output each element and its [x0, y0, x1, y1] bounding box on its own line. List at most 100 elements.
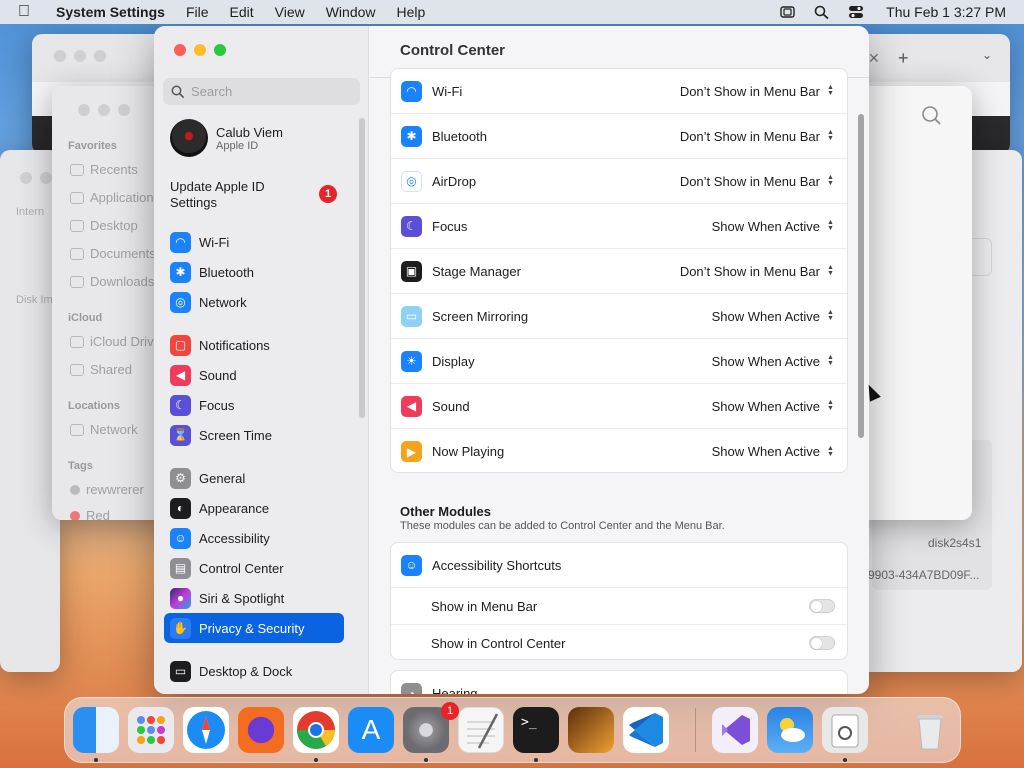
settings-sidebar: Calub Viem Apple ID Update Apple ID Sett… — [154, 26, 369, 694]
sidebar-scrollbar[interactable] — [359, 118, 365, 418]
menu-view[interactable]: View — [275, 4, 305, 20]
show-in-menu-bar-toggle[interactable] — [809, 599, 835, 613]
finder-tag-red[interactable]: Red — [70, 508, 110, 520]
dock: A 1 >_ — [64, 697, 961, 763]
other-modules-heading: Other Modules — [400, 504, 492, 519]
finder-item-documents[interactable]: Documents — [70, 246, 156, 261]
sidebar-item-control-center[interactable]: ▤ Control Center — [164, 553, 344, 583]
menu-app-name[interactable]: System Settings — [56, 4, 165, 20]
finder-item-downloads[interactable]: Downloads — [70, 274, 154, 289]
accessibility-icon: ☺ — [401, 554, 422, 576]
disk-images-label: Disk Im — [16, 294, 53, 306]
chrome-app-icon[interactable] — [293, 707, 339, 753]
module-row-focus: ☾ Focus Show When Active ▲ ▼ — [391, 204, 847, 249]
sidebar-item-general[interactable]: ⚙ General — [164, 463, 344, 493]
safari-app-icon[interactable] — [183, 707, 229, 753]
menu-file[interactable]: File — [186, 4, 209, 20]
sidebar-item-sound[interactable]: ◀ Sound — [164, 360, 344, 390]
airdrop-icon: ◎ — [401, 170, 422, 192]
airdrop-visibility-select[interactable]: Don’t Show in Menu Bar ▲ ▼ — [680, 174, 835, 189]
sidebar-item-wifi[interactable]: ◠ Wi-Fi — [164, 227, 344, 257]
finder-item-shared[interactable]: Shared — [70, 362, 132, 377]
sidebar-item-network[interactable]: ◎ Network — [164, 287, 344, 317]
focus-visibility-select[interactable]: Show When Active ▲ ▼ — [712, 219, 835, 234]
sidebar-item-bluetooth[interactable]: ✱ Bluetooth — [164, 257, 344, 287]
finder-item-recents[interactable]: Recents — [70, 162, 138, 177]
browser-traffic-lights — [54, 50, 106, 62]
sound-visibility-select[interactable]: Show When Active ▲ ▼ — [712, 399, 835, 414]
vscode-app-icon[interactable] — [623, 707, 669, 753]
trash-icon[interactable] — [907, 707, 953, 753]
download-icon — [70, 275, 84, 288]
avatar — [170, 119, 208, 157]
menu-bar:  System Settings File Edit View Window … — [0, 0, 1024, 24]
finder-icloud-heading: iCloud — [68, 312, 103, 324]
tag-dot-icon — [70, 484, 80, 495]
sidebar-item-accessibility[interactable]: ☺ Accessibility — [164, 523, 344, 553]
sidebar-item-desktop-dock[interactable]: ▭ Desktop & Dock — [164, 656, 344, 686]
spotlight-search-icon[interactable] — [814, 5, 830, 20]
accessibility-shortcuts-group: ☺ Accessibility Shortcuts Show in Menu B… — [390, 542, 848, 660]
screen-mirroring-visibility-select[interactable]: Show When Active ▲ ▼ — [712, 309, 835, 324]
control-center-modules-group: ◠ Wi-Fi Don’t Show in Menu Bar ▲ ▼ ✱ Bluet… — [390, 68, 848, 473]
sidebar-item-privacy-security[interactable]: ✋ Privacy & Security — [164, 613, 344, 643]
finder-item-applications[interactable]: Applications — [70, 190, 160, 205]
chevron-down-icon[interactable]: ⌄ — [982, 48, 992, 62]
finder-item-network[interactable]: Network — [70, 422, 138, 437]
running-indicator — [94, 758, 98, 762]
visual-studio-app-icon[interactable] — [712, 707, 758, 753]
launchpad-app-icon[interactable] — [128, 707, 174, 753]
display-visibility-select[interactable]: Show When Active ▲ ▼ — [712, 354, 835, 369]
show-in-control-center-toggle[interactable] — [809, 636, 835, 650]
menu-window[interactable]: Window — [326, 4, 376, 20]
now-playing-visibility-select[interactable]: Show When Active ▲ ▼ — [712, 444, 835, 459]
sidebar-item-siri-spotlight[interactable]: ● Siri & Spotlight — [164, 583, 344, 613]
menu-edit[interactable]: Edit — [230, 4, 254, 20]
hearing-group: ◑ Hearing — [390, 670, 848, 694]
close-tab-icon[interactable]: ✕ — [868, 50, 880, 67]
search-input[interactable] — [191, 84, 351, 99]
garageband-app-icon[interactable] — [568, 707, 614, 753]
update-apple-id-settings[interactable]: Update Apple ID Settings — [170, 179, 300, 211]
weather-app-icon[interactable] — [767, 707, 813, 753]
moon-icon: ☾ — [401, 215, 422, 237]
module-row-now-playing: ▶ Now Playing Show When Active ▲ ▼ — [391, 429, 847, 474]
finder-item-desktop[interactable]: Desktop — [70, 218, 138, 233]
app-store-app-icon[interactable]: A — [348, 707, 394, 753]
user-apple-id-label: Apple ID — [216, 139, 259, 152]
stage-manager-icon[interactable] — [780, 5, 796, 19]
minimize-window-button[interactable] — [194, 44, 206, 56]
wifi-visibility-select[interactable]: Don’t Show in Menu Bar ▲ ▼ — [680, 84, 835, 99]
shared-folder-icon — [70, 363, 84, 376]
module-row-accessibility-shortcuts: ☺ Accessibility Shortcuts — [391, 543, 847, 588]
zoom-window-button[interactable] — [214, 44, 226, 56]
search-field[interactable] — [163, 78, 360, 105]
control-center-icon[interactable] — [848, 5, 864, 19]
firefox-app-icon[interactable] — [238, 707, 284, 753]
module-row-stage-manager: ▣ Stage Manager Don’t Show in Menu Bar ▲ ▼ — [391, 249, 847, 294]
disk-utility-app-icon[interactable] — [822, 707, 868, 753]
content-scrollbar[interactable] — [858, 114, 864, 438]
apple-icon[interactable]:  — [18, 3, 40, 21]
finder-search-icon[interactable] — [912, 94, 952, 134]
apple-id-profile[interactable]: Calub Viem Apple ID — [170, 119, 283, 157]
terminal-app-icon[interactable]: >_ — [513, 707, 559, 753]
menu-clock[interactable]: Thu Feb 1 3:27 PM — [886, 4, 1006, 20]
textedit-app-icon[interactable] — [458, 707, 504, 753]
close-window-button[interactable] — [174, 44, 186, 56]
finder-app-icon[interactable] — [73, 707, 119, 753]
sidebar-item-notifications[interactable]: ▢ Notifications — [164, 330, 344, 360]
sidebar-item-focus[interactable]: ☾ Focus — [164, 390, 344, 420]
bluetooth-visibility-select[interactable]: Don’t Show in Menu Bar ▲ ▼ — [680, 129, 835, 144]
sidebar-item-screen-time[interactable]: ⌛ Screen Time — [164, 420, 344, 450]
sidebar-item-appearance[interactable]: ◐ Appearance — [164, 493, 344, 523]
other-modules-description: These modules can be added to Control Ce… — [400, 520, 725, 532]
finder-item-icloud-drive[interactable]: iCloud Drive — [70, 334, 161, 349]
screen-mirroring-icon: ▭ — [401, 305, 422, 327]
menu-help[interactable]: Help — [397, 4, 426, 20]
chevron-updown-icon: ▲ ▼ — [827, 444, 834, 458]
new-tab-icon[interactable]: + — [898, 48, 909, 69]
module-row-wifi: ◠ Wi-Fi Don’t Show in Menu Bar ▲ ▼ — [391, 69, 847, 114]
finder-tag-rewwrerer[interactable]: rewwrerer — [70, 482, 144, 497]
stage-manager-visibility-select[interactable]: Don’t Show in Menu Bar ▲ ▼ — [680, 264, 835, 279]
